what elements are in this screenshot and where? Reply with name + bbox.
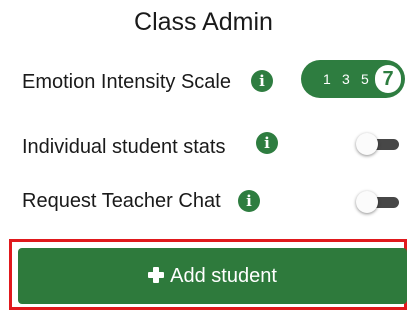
request-teacher-chat-label: Request Teacher Chat: [22, 190, 221, 212]
toggle-knob: [356, 191, 378, 213]
info-icon[interactable]: i: [238, 190, 260, 212]
add-student-button[interactable]: Add student: [18, 248, 407, 304]
add-student-label: Add student: [170, 265, 277, 287]
info-icon[interactable]: i: [251, 70, 273, 92]
info-icon[interactable]: i: [256, 132, 278, 154]
scale-option-7-selected[interactable]: 7: [375, 65, 401, 93]
scale-option-1[interactable]: 1: [323, 69, 331, 89]
intensity-scale-selector[interactable]: 1 3 5 7: [301, 60, 405, 98]
toggle-knob: [356, 133, 378, 155]
emotion-intensity-scale-label: Emotion Intensity Scale: [22, 71, 231, 93]
page-title: Class Admin: [134, 8, 273, 36]
individual-student-stats-toggle[interactable]: [355, 133, 401, 155]
plus-icon: [148, 267, 165, 283]
scale-option-5[interactable]: 5: [361, 69, 369, 89]
request-teacher-chat-toggle[interactable]: [355, 191, 401, 213]
individual-student-stats-label: Individual student stats: [22, 136, 226, 158]
scale-option-3[interactable]: 3: [342, 69, 350, 89]
